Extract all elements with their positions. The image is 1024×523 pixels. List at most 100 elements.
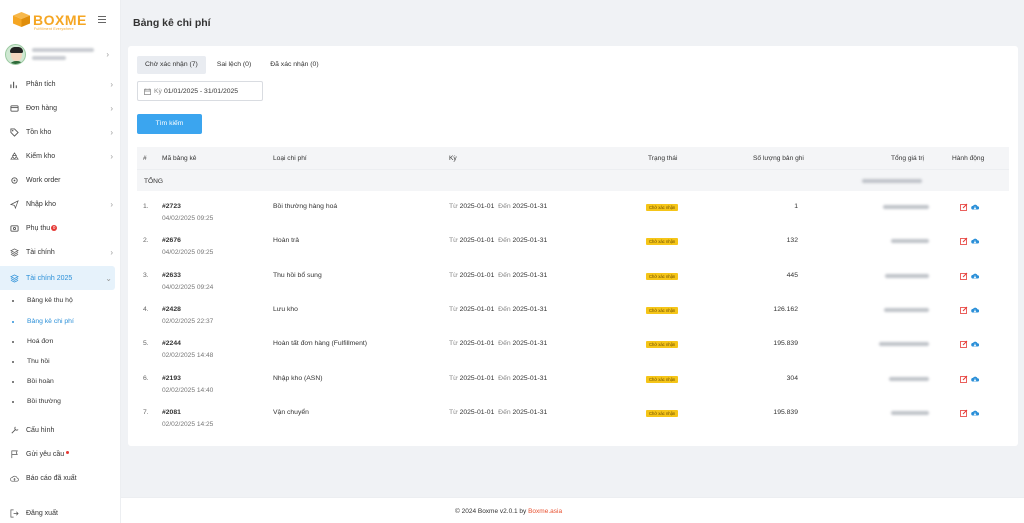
table-row[interactable]: 4. #2428 02/02/2025 22:37 Lưu kho Từ 2025-01…: [137, 296, 1009, 330]
row-record-count: 132: [786, 237, 798, 245]
edit-icon[interactable]: [960, 340, 968, 349]
tab-confirmed[interactable]: Đã xác nhận (0): [262, 56, 326, 74]
table-row[interactable]: 2. #2676 04/02/2025 09:25 Hoàn trả Từ 2025-0…: [137, 227, 1009, 261]
row-created-time: 02/02/2025 14:40: [162, 386, 214, 394]
cloud-upload-icon: [10, 475, 19, 482]
sidebar-item-analytics[interactable]: Phân tích ›: [0, 72, 121, 96]
row-code[interactable]: #2676: [162, 237, 181, 244]
row-code[interactable]: #2081: [162, 409, 181, 416]
row-code[interactable]: #2723: [162, 203, 181, 210]
chevron-right-icon: ›: [110, 80, 113, 89]
sidebar-subitem-compensation[interactable]: Bồi thường: [0, 393, 121, 413]
edit-icon[interactable]: [960, 203, 968, 211]
row-code[interactable]: #2244: [162, 340, 181, 347]
edit-icon[interactable]: [960, 306, 968, 314]
sidebar-item-surcharge[interactable]: Phụ thu 0: [0, 216, 121, 240]
row-record-count: 445: [786, 271, 798, 279]
search-button[interactable]: Tìm kiếm: [137, 114, 202, 134]
sidebar-subitem-cost-statement[interactable]: Bảng kê chi phí: [0, 313, 121, 333]
cloud-download-icon[interactable]: [971, 409, 979, 417]
cloud-download-icon[interactable]: [971, 237, 979, 245]
edit-icon[interactable]: [960, 375, 968, 383]
sidebar-item-label: Gửi yêu cầu: [26, 450, 70, 459]
table-row[interactable]: 7. #2081 02/02/2025 14:25 Vận chuyển Từ 2025…: [137, 399, 1009, 433]
sidebar-item-inbound[interactable]: Nhập kho ›: [0, 192, 121, 216]
row-code[interactable]: #2428: [162, 306, 181, 313]
chevron-right-icon: ›: [110, 104, 113, 113]
edit-icon[interactable]: [960, 237, 968, 246]
status-badge: Chờ xác nhận: [646, 272, 679, 280]
menu-toggle-icon[interactable]: [98, 16, 106, 23]
sidebar-item-orders[interactable]: Đơn hàng ›: [0, 96, 121, 120]
calendar-icon: [144, 88, 151, 95]
row-created-time: 04/02/2025 09:25: [162, 249, 214, 257]
box-logo-icon: [13, 12, 30, 27]
chevron-right-icon: ›: [110, 128, 113, 137]
row-total-value-blurred: [891, 410, 929, 415]
sidebar-item-label: Nhập kho: [26, 201, 56, 208]
tab-pending[interactable]: Chờ xác nhận (7): [137, 56, 206, 74]
sidebar-subitem-invoice[interactable]: Hoá đơn: [0, 333, 121, 353]
sidebar-subitem-collection[interactable]: Bảng kê thu hộ: [0, 292, 121, 312]
cloud-download-icon[interactable]: [971, 340, 979, 348]
row-actions: [960, 340, 982, 350]
cloud-download-icon[interactable]: [971, 203, 979, 211]
sidebar-item-label: Tài chính 2025: [26, 275, 73, 282]
row-record-count: 195.839: [773, 408, 798, 416]
row-index: 4.: [143, 305, 149, 313]
col-code: Mã bảng kê: [162, 155, 197, 162]
sidebar-item-exported-reports[interactable]: Báo cáo đã xuất: [0, 466, 121, 490]
sidebar-item-inventory[interactable]: Tồn kho ›: [0, 120, 121, 144]
row-actions: [960, 306, 982, 316]
layers-icon: [10, 274, 19, 283]
row-total-value-blurred: [891, 239, 929, 244]
row-index: 7.: [143, 408, 149, 416]
edit-icon[interactable]: [960, 409, 968, 417]
content-card: Chờ xác nhận (7) Sai lệch (0) Đã xác nhậ…: [128, 46, 1018, 446]
table-row[interactable]: 5. #2244 02/02/2025 14:48 Hoàn tất đơn hàng…: [137, 330, 1009, 364]
logout-label: Đăng xuất: [26, 510, 58, 517]
user-id-blurred: [32, 56, 66, 60]
brand-logo[interactable]: BOXME: [13, 12, 87, 27]
table-row[interactable]: 6. #2193 02/02/2025 14:40 Nhập kho (ASN) Từ …: [137, 365, 1009, 399]
sidebar-item-stock-check[interactable]: Kiểm kho ›: [0, 144, 121, 168]
row-cost-type: Nhập kho (ASN): [273, 374, 323, 382]
chevron-right-icon: ›: [110, 152, 113, 161]
sidebar-item-finance[interactable]: Tài chính ›: [0, 240, 121, 264]
tab-discrepancy[interactable]: Sai lệch (0): [209, 56, 259, 74]
avatar: [5, 44, 26, 65]
sidebar-subitem-refund[interactable]: Bồi hoàn: [0, 373, 121, 393]
sidebar-item-work-order[interactable]: Work order: [0, 168, 121, 192]
sidebar-item-label: Báo cáo đã xuất: [26, 475, 77, 482]
row-cost-type: Hoàn tất đơn hàng (Fulfillment): [273, 340, 367, 348]
table-row[interactable]: 1. #2723 04/02/2025 09:25 Bồi thường hàng h…: [137, 193, 1009, 227]
tag-icon: [10, 128, 19, 137]
sidebar-item-request[interactable]: Gửi yêu cầu: [0, 442, 121, 466]
footer-link[interactable]: Boxme.asia: [528, 508, 562, 515]
cloud-download-icon[interactable]: [971, 306, 979, 314]
user-profile[interactable]: ›: [4, 43, 117, 65]
logo-text: BOXME: [33, 11, 87, 28]
cloud-download-icon[interactable]: [971, 375, 979, 383]
row-cost-type: Hoàn trả: [273, 237, 300, 245]
sidebar-item-config[interactable]: Cấu hình: [0, 418, 121, 442]
row-record-count: 1: [794, 203, 798, 210]
period-prefix: Kỳ: [154, 88, 162, 95]
footer-text: © 2024 Boxme v2.0.1 by Boxme.asia: [455, 508, 563, 515]
sidebar-item-label: Tồn kho: [26, 129, 52, 136]
sidebar-item-finance-2025[interactable]: Tài chính 2025 ⌄: [0, 266, 115, 290]
logout-button[interactable]: Đăng xuất: [0, 501, 121, 523]
gear-icon: [11, 177, 18, 184]
sidebar-item-label: Kiểm kho: [26, 153, 56, 160]
col-actions: Hành động: [952, 155, 985, 162]
row-code[interactable]: #2193: [162, 375, 181, 382]
row-code[interactable]: #2633: [162, 272, 181, 279]
row-index: 5.: [143, 340, 149, 348]
cloud-download-icon[interactable]: [971, 272, 979, 280]
period-date-range-input[interactable]: Kỳ 01/01/2025 - 31/01/2025: [137, 81, 263, 101]
coin-icon: [10, 225, 19, 232]
sidebar-item-label: Phụ thu 0: [26, 225, 58, 232]
sidebar-subitem-recovery[interactable]: Thu hồi: [0, 353, 121, 373]
table-row[interactable]: 3. #2633 04/02/2025 09:24 Thu hồi bổ sung Từ…: [137, 262, 1009, 296]
edit-icon[interactable]: [960, 272, 968, 280]
